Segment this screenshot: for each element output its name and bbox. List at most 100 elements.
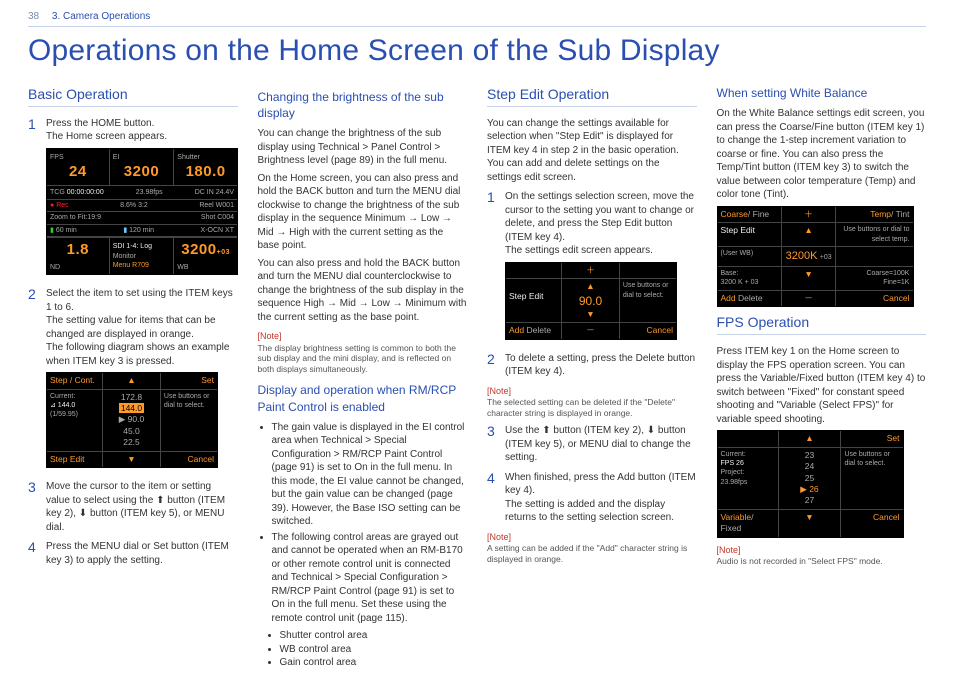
col-wb-fps: When setting White Balance On the White … [717,81,927,672]
opt: 172.8 [106,392,157,403]
body-text: On the White Balance settings edit scree… [717,107,927,202]
cancel-btn: Cancel [841,510,902,537]
timecode: 00:00:00:00 [67,189,104,196]
wb-value: 3200K [786,250,818,262]
step-number: 4 [487,471,499,525]
fine: / Fine [748,209,769,219]
heading-basic-operation: Basic Operation [28,85,238,107]
col-brightness-rmrcp: Changing the brightness of the sub displ… [258,81,468,672]
hint: Use buttons or dial to select temp. [836,223,912,246]
hint: Use buttons or dial to select. [841,448,902,509]
sub-bullet: Shutter control area [280,629,468,643]
current-rate: (1/59.95) [50,410,99,419]
current-fps: FPS 26 [721,459,775,468]
bullet: The gain value is displayed in the EI co… [272,421,468,529]
manual-page: 38 3. Camera Operations Operations on th… [0,0,954,675]
note-label: [Note] [487,531,697,543]
step-number: 4 [28,540,40,567]
step-edit-label: Step Edit [718,223,782,246]
body-text: On the Home screen, you can also press a… [258,172,468,253]
format: 23.98fps [136,188,163,197]
project-label: Project: [721,468,775,477]
wb-value: 3200 [181,241,216,258]
cancel-btn: Cancel [161,452,217,467]
hint: Use buttons or dial to select. [620,279,676,322]
shutter-value: 180.0 [177,162,234,182]
up-icon: ▲ [565,281,616,292]
heading-step-edit: Step Edit Operation [487,85,697,107]
aspect: 8.6% 3:2 [120,201,148,210]
step-number: 3 [28,480,40,534]
note-label: [Note] [487,385,697,397]
step-text: The following diagram shows an example w… [46,341,238,368]
step-text: The setting value for items that can be … [46,314,238,341]
nd-label: ND [50,264,60,271]
delete-btn: Delete [738,293,763,303]
base-label: Base: [721,269,778,278]
chapter-title: 3. Camera Operations [52,11,150,22]
col-basic-operation: Basic Operation 1 Press the HOME button.… [28,81,238,672]
step-3: 3 Use the ⬆ button (ITEM key 2), ⬇ butto… [487,424,697,465]
columns: Basic Operation 1 Press the HOME button.… [28,81,926,672]
heading-white-balance: When setting White Balance [717,85,927,101]
cancel-btn: Cancel [836,291,912,306]
codec: X-OCN XT [201,226,234,235]
step-1: 1 On the settings selection screen, move… [487,190,697,346]
step-text: Move the cursor to the item or setting v… [46,480,238,534]
step-4: 4 When finished, press the Add button (I… [487,471,697,525]
step-text: When finished, press the Add button (ITE… [505,471,697,498]
variable: Variable [721,512,752,522]
step-text: Use the ⬆ button (ITEM key 2), ⬇ button … [505,424,697,465]
opt: 24 [782,461,838,472]
step-cont: Step / Cont. [47,373,103,388]
step-text: The setting is added and the display ret… [505,498,697,525]
current-label: Current: [721,450,775,459]
lcd-step-select: Step / Cont. ▲ Set Current: ⊿ 144.0 (1/5… [46,372,218,468]
opt-selected: 144.0 [119,403,144,413]
shot: Shot C004 [201,213,234,222]
coarse-val: Coarse=100K [839,269,909,278]
step-number: 2 [487,352,499,379]
up-icon: ▲ [782,223,837,246]
body-text: Press ITEM key 1 on the Home screen to d… [717,345,927,426]
lcd-home-screen: FPS24 EI3200 Shutter180.0 TCG 00:00:00:0… [46,148,238,275]
step-edit-label: Step Edit [506,279,562,322]
value: 90.0 [565,293,616,309]
body-text: You can also press and hold the BACK but… [258,257,468,325]
body-text: You can change the brightness of the sub… [258,127,468,168]
step-text: The Home screen appears. [46,130,238,144]
step-2: 2 To delete a setting, press the Delete … [487,352,697,379]
nd-value: 1.8 [50,240,106,260]
heading-rmrcp: Display and operation when RM/RCP Paint … [258,382,468,414]
sub-bullet: WB control area [280,643,468,657]
step-text: Press the MENU dial or Set button (ITEM … [46,540,238,567]
opt: 23 [782,450,838,461]
sub-bullet: Gain control area [280,656,468,670]
delete-btn: Delete [527,325,552,335]
tcg-label: TCG [50,189,65,196]
sdi: SDI 1-4: Log [113,242,171,251]
play-time: 120 min [129,227,154,234]
note-text: Audio is not recorded in "Select FPS" mo… [717,556,927,567]
rec-indicator: Rec [56,202,68,209]
wb-offset: +03 [820,254,832,261]
reel: Reel W001 [199,202,234,209]
fps-label: FPS [50,154,64,161]
ei-value: 3200 [113,162,171,182]
fine-val: Fine=1K [839,278,909,287]
base-value: 3200 K + 03 [721,278,778,287]
ei-label: EI [113,154,120,161]
dc-in: DC IN 24.4V [195,188,234,197]
lcd-step-edit: ＋ Step Edit ▲ 90.0 ▼ Use buttons or dial… [505,262,677,340]
hint: Use buttons or dial to select. [161,390,217,451]
step-edit-btn: Step Edit [47,452,103,467]
step-text: Press the HOME button. [46,117,238,131]
step-2: 2 Select the item to set using the ITEM … [28,287,238,474]
opt: 45.0 [106,426,157,437]
lcd-fps: ▲ Set Current: FPS 26 Project: 23.98fps … [717,430,904,538]
lut-l: Monitor [113,252,171,261]
heading-brightness: Changing the brightness of the sub displ… [258,89,468,121]
set-btn: Set [841,431,902,446]
coarse: Coarse [721,209,748,219]
minus-btn: － [562,323,620,338]
